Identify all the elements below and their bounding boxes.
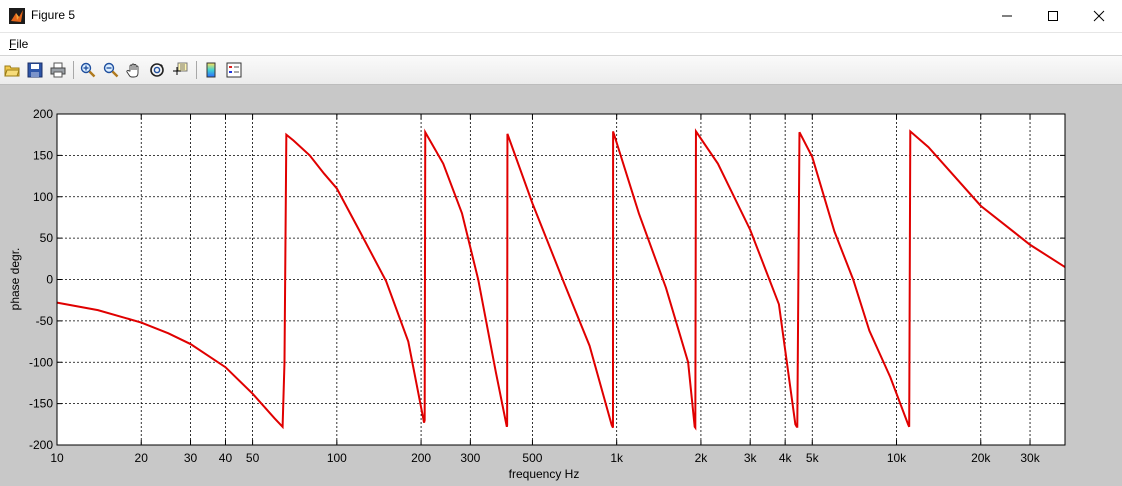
save-icon: [27, 62, 43, 78]
colorbar-icon: [206, 62, 216, 78]
legend-button[interactable]: [225, 61, 243, 79]
data-cursor-button[interactable]: [171, 61, 189, 79]
x-tick-label: 300: [460, 451, 480, 465]
y-tick-labels: 200 150 100 50 0 -50 -100 -150 -200: [29, 107, 53, 452]
x-tick-label: 5k: [806, 451, 820, 465]
y-tick-label: -100: [29, 355, 53, 369]
x-axis-label: frequency Hz: [509, 467, 580, 481]
save-button[interactable]: [26, 61, 44, 79]
zoom-in-button[interactable]: [79, 61, 97, 79]
x-tick-label: 50: [246, 451, 260, 465]
y-tick-label: -200: [29, 438, 53, 452]
x-tick-label: 10k: [887, 451, 907, 465]
y-tick-label: 100: [33, 190, 53, 204]
title-bar: Figure 5: [0, 0, 1122, 33]
zoom-in-icon: [80, 62, 96, 78]
pan-icon: [126, 63, 139, 78]
y-tick-label: 200: [33, 107, 53, 121]
minimize-button[interactable]: [984, 0, 1030, 32]
x-tick-label: 20k: [971, 451, 991, 465]
minimize-icon: [1002, 15, 1012, 17]
menu-file[interactable]: File: [9, 37, 28, 51]
x-tick-label: 2k: [695, 451, 709, 465]
x-tick-label: 10: [50, 451, 64, 465]
x-tick-label: 3k: [744, 451, 758, 465]
x-tick-label: 1k: [610, 451, 624, 465]
y-tick-label: 150: [33, 148, 53, 162]
x-tick-label: 4k: [779, 451, 793, 465]
x-tick-label: 40: [219, 451, 233, 465]
rotate-3d-icon: [150, 63, 164, 77]
rotate-3d-button[interactable]: [148, 61, 166, 79]
open-button[interactable]: [3, 61, 21, 79]
maximize-button[interactable]: [1030, 0, 1076, 32]
menu-bar: File: [0, 33, 1122, 56]
close-button[interactable]: [1076, 0, 1122, 32]
x-tick-label: 20: [135, 451, 149, 465]
figure-canvas: 200 150 100 50 0 -50 -100 -150 -200 10 20 30 40 50 10…: [0, 85, 1122, 486]
maximize-icon: [1048, 11, 1058, 21]
x-tick-label: 500: [522, 451, 542, 465]
phase-plot[interactable]: 200150100500-50-100-150-200 10 20 30 40 50 10…: [0, 85, 1122, 486]
print-button[interactable]: [49, 61, 67, 79]
window-title: Figure 5: [31, 8, 76, 22]
data-cursor-icon: [173, 62, 188, 75]
colorbar-button[interactable]: [202, 61, 220, 79]
open-icon: [4, 65, 20, 77]
y-tick-label: -50: [36, 314, 54, 328]
zoom-out-icon: [103, 62, 119, 78]
matlab-icon: [9, 8, 25, 24]
toolbar: [0, 56, 1122, 85]
close-icon: [1093, 10, 1105, 22]
x-tick-label: 200: [411, 451, 431, 465]
toolbar-separator: [196, 61, 197, 79]
file-rest: ile: [16, 37, 29, 51]
x-tick-labels: 10 20 30 40 50 100 200 300 500 1k 2k 3k 4k 5k 10k 20k 30…: [50, 451, 1040, 465]
x-tick-label: 100: [327, 451, 347, 465]
x-tick-label: 30: [184, 451, 198, 465]
y-tick-label: 0: [46, 273, 53, 287]
y-tick-label: -150: [29, 397, 53, 411]
y-axis-label: phase degr.: [8, 248, 22, 311]
legend-icon: [226, 62, 242, 78]
zoom-out-button[interactable]: [102, 61, 120, 79]
y-tick-label: 50: [40, 231, 54, 245]
print-icon: [50, 62, 66, 78]
x-tick-label: 30k: [1020, 451, 1040, 465]
pan-button[interactable]: [125, 61, 143, 79]
toolbar-separator: [73, 61, 74, 79]
